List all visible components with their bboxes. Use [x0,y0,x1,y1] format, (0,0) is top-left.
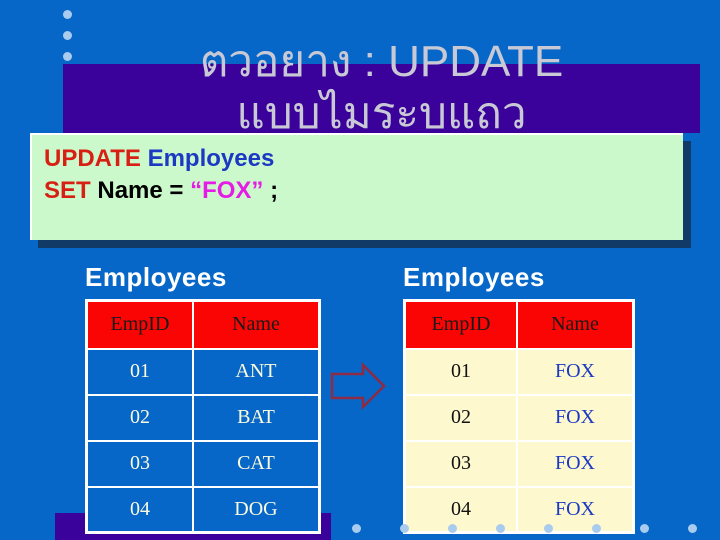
sql-table-name: Employees [147,145,275,172]
table-caption-before: Employees [85,262,227,292]
table-header-row: EmpID Name [403,299,635,350]
cell-empid: 02 [85,393,194,442]
right-block-arrow-icon [330,362,386,410]
table-row: 02 FOX [403,393,635,442]
cell-name: CAT [191,439,321,488]
sql-code-box: UPDATE Employees SET Name = “FOX” ; [30,133,683,240]
table-row: 02 BAT [85,393,321,442]
bottom-dot [592,524,601,533]
table-row: 04 DOG [85,485,321,534]
cell-name: FOX [515,347,635,396]
sql-terminator: ; [263,177,279,204]
bottom-dot [352,524,361,533]
sql-quote-open: “ [190,177,203,204]
sql-keyword-update: UPDATE [44,145,141,172]
bottom-dot [640,524,649,533]
table-row: 03 CAT [85,439,321,488]
table-caption-after: Employees [403,262,545,292]
cell-empid: 03 [403,439,518,488]
bottom-dot [448,524,457,533]
cell-empid: 04 [85,485,194,534]
sql-value-fox: FOX [202,177,252,204]
bottom-dot [400,524,409,533]
sql-keyword-set: SET [44,177,91,204]
bottom-dot [496,524,505,533]
cell-name: DOG [191,485,321,534]
slide-canvas: ตวอยาง : UPDATE แบบไมระบแถว UPDATE Emplo… [0,0,720,540]
bottom-dot [688,524,697,533]
cell-name: FOX [515,485,635,534]
cell-name: FOX [515,439,635,488]
table-row: 01 FOX [403,347,635,396]
column-header-empid: EmpID [85,299,194,350]
table-header-row: EmpID Name [85,299,321,350]
cell-name: BAT [191,393,321,442]
column-header-name: Name [515,299,635,350]
cell-empid: 01 [403,347,518,396]
table-row: 01 ANT [85,347,321,396]
cell-empid: 03 [85,439,194,488]
sql-line-1: UPDATE Employees [44,143,683,175]
corner-dot [63,31,72,40]
cell-name: ANT [191,347,321,396]
sql-quote-close: ” [251,177,264,204]
sql-column-assign: Name = [97,177,191,204]
page-title: ตวอยาง : UPDATE แบบไมระบแถว [199,37,564,138]
column-header-empid: EmpID [403,299,518,350]
cell-empid: 02 [403,393,518,442]
employees-table-after: EmpID Name 01 FOX 02 FOX 03 FOX 04 FOX [403,299,635,534]
column-header-name: Name [191,299,321,350]
table-row: 03 FOX [403,439,635,488]
sql-line-2: SET Name = “FOX” ; [44,175,683,207]
cell-empid: 01 [85,347,194,396]
sql-space-1 [141,145,148,172]
employees-table-before: EmpID Name 01 ANT 02 BAT 03 CAT 04 DOG [85,299,321,534]
corner-dot [63,52,72,61]
corner-dot [63,10,72,19]
bottom-dot [544,524,553,533]
cell-name: FOX [515,393,635,442]
